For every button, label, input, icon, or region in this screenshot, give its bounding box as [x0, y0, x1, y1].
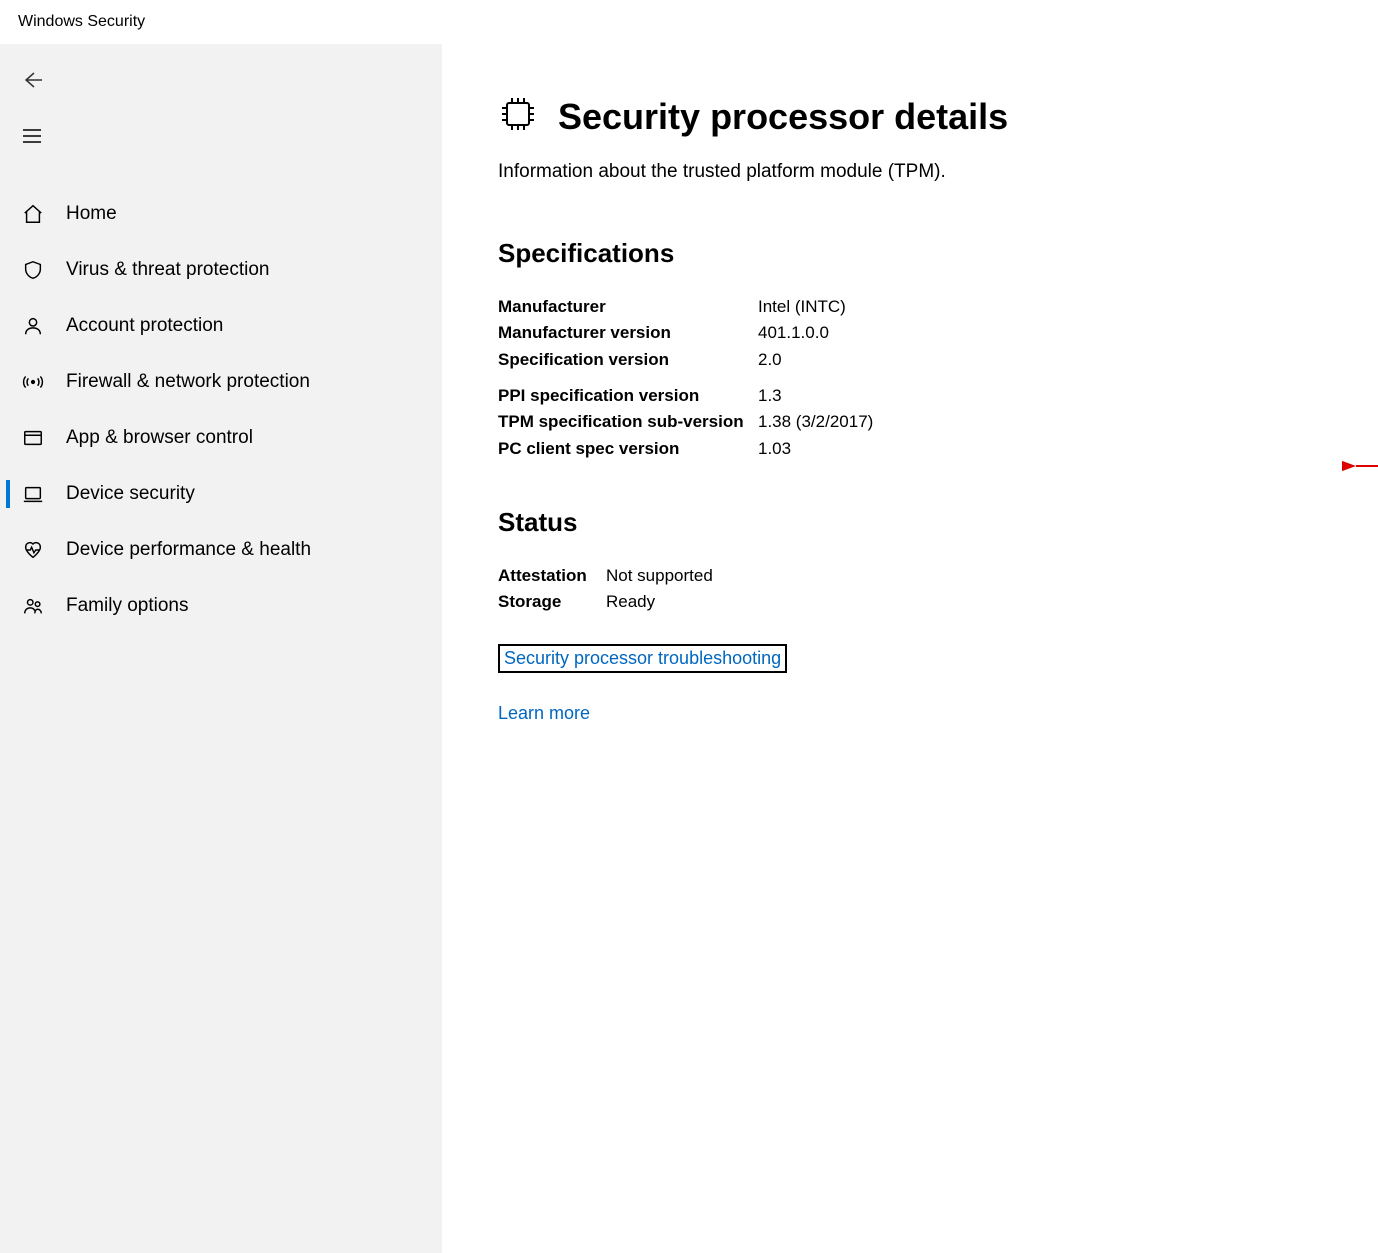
spec-label: Manufacturer [498, 294, 758, 320]
specifications-table: Manufacturer Intel (INTC) Manufacturer v… [498, 294, 1378, 462]
page-header: Security processor details [498, 94, 1378, 139]
status-value: Ready [606, 589, 655, 615]
sidebar-item-virus[interactable]: Virus & threat protection [0, 242, 442, 298]
home-icon [0, 203, 66, 225]
family-icon [0, 595, 66, 617]
specifications-heading: Specifications [498, 238, 1378, 269]
spec-value: 1.03 [758, 436, 791, 462]
spec-row: TPM specification sub-version 1.38 (3/2/… [498, 409, 1378, 435]
spec-value: 401.1.0.0 [758, 320, 829, 346]
spec-label: Specification version [498, 347, 758, 373]
sidebar-item-account[interactable]: Account protection [0, 298, 442, 354]
learn-more-link[interactable]: Learn more [498, 703, 590, 724]
hamburger-button[interactable] [4, 110, 60, 166]
spec-value: Intel (INTC) [758, 294, 846, 320]
spec-value: 2.0 [758, 347, 782, 373]
person-icon [0, 315, 66, 337]
sidebar-item-app-browser[interactable]: App & browser control [0, 410, 442, 466]
back-button[interactable] [4, 54, 60, 110]
sidebar-item-device-security[interactable]: Device security [0, 466, 442, 522]
sidebar-item-home[interactable]: Home [0, 186, 442, 242]
nav-list: Home Virus & threat protection Acco [0, 186, 442, 634]
sidebar-item-label: Firewall & network protection [66, 371, 310, 393]
sidebar-item-family[interactable]: Family options [0, 578, 442, 634]
title-bar: Windows Security [0, 0, 1378, 44]
sidebar-item-label: Device performance & health [66, 539, 311, 561]
spec-row: Manufacturer version 401.1.0.0 [498, 320, 1378, 346]
spec-row: PPI specification version 1.3 [498, 383, 1378, 409]
spec-row: Specification version 2.0 [498, 347, 1378, 373]
troubleshooting-link[interactable]: Security processor troubleshooting [498, 644, 787, 673]
page-title: Security processor details [558, 96, 1008, 138]
spec-value: 1.3 [758, 383, 782, 409]
sidebar-item-firewall[interactable]: Firewall & network protection [0, 354, 442, 410]
sidebar-item-label: App & browser control [66, 427, 253, 449]
spec-row: Manufacturer Intel (INTC) [498, 294, 1378, 320]
chip-icon [498, 94, 538, 139]
page-subtitle: Information about the trusted platform m… [498, 161, 1378, 183]
shield-icon [0, 259, 66, 281]
main-content: Security processor details Information a… [442, 44, 1378, 1253]
sidebar-item-label: Account protection [66, 315, 223, 337]
antenna-icon [0, 371, 66, 393]
heart-icon [0, 539, 66, 561]
app-browser-icon [0, 427, 66, 449]
hamburger-icon [21, 125, 43, 152]
status-label: Attestation [498, 563, 606, 589]
spec-value: 1.38 (3/2/2017) [758, 409, 873, 435]
back-arrow-icon [20, 68, 44, 97]
spec-label: TPM specification sub-version [498, 409, 758, 435]
sidebar: Home Virus & threat protection Acco [0, 44, 442, 1253]
spec-label: PPI specification version [498, 383, 758, 409]
status-value: Not supported [606, 563, 713, 589]
status-label: Storage [498, 589, 606, 615]
spec-row: PC client spec version 1.03 [498, 436, 1378, 462]
status-row: Storage Ready [498, 589, 1378, 615]
device-icon [0, 483, 66, 505]
sidebar-item-label: Home [66, 203, 117, 225]
sidebar-item-label: Virus & threat protection [66, 259, 269, 281]
status-heading: Status [498, 507, 1378, 538]
spec-label: PC client spec version [498, 436, 758, 462]
sidebar-item-performance[interactable]: Device performance & health [0, 522, 442, 578]
sidebar-item-label: Family options [66, 595, 189, 617]
window-title: Windows Security [18, 13, 145, 31]
sidebar-item-label: Device security [66, 483, 195, 505]
spec-label: Manufacturer version [498, 320, 758, 346]
status-table: Attestation Not supported Storage Ready [498, 563, 1378, 616]
status-row: Attestation Not supported [498, 563, 1378, 589]
